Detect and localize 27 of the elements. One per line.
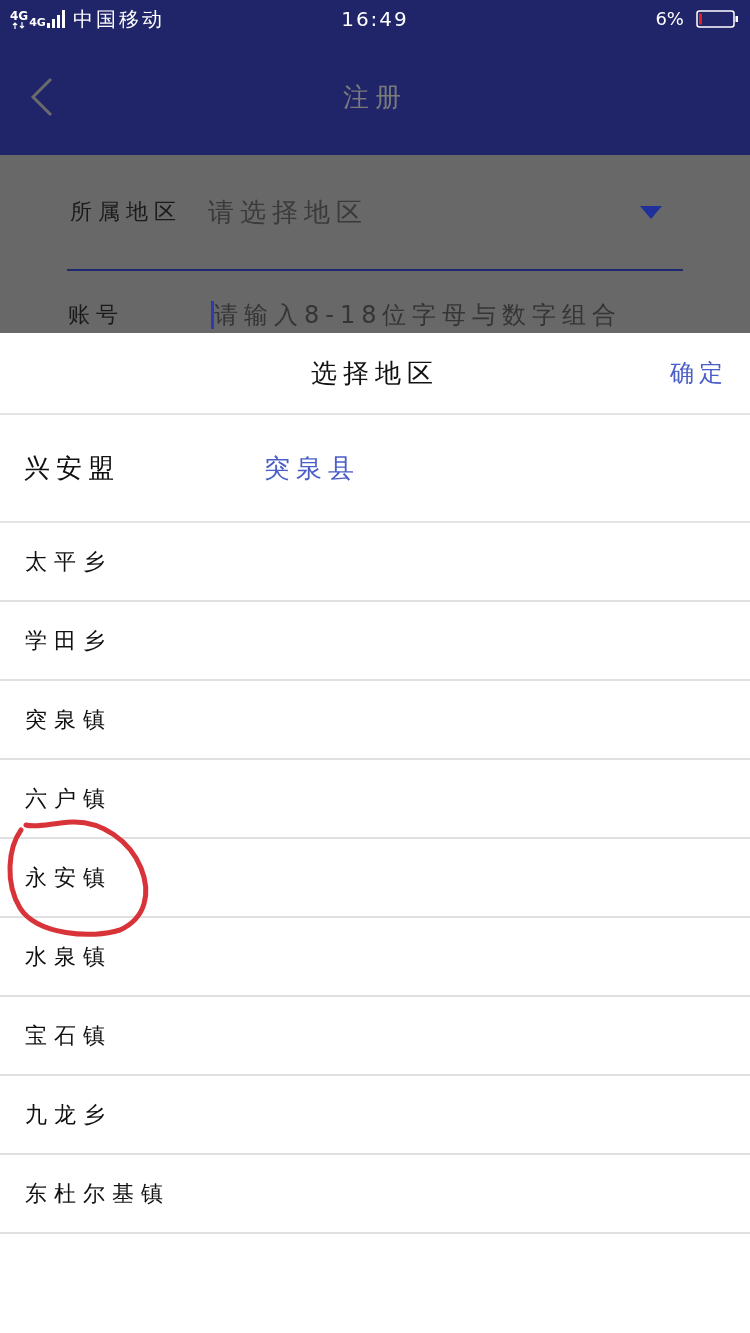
battery-icon [696,10,738,28]
clock-time: 16:49 [341,9,409,29]
confirm-button[interactable]: 确定 [670,361,728,385]
region-option[interactable]: 永安镇 [25,866,112,889]
region-tab[interactable]: 突泉县 [264,455,360,481]
region-option[interactable]: 学田乡 [25,629,112,652]
dropdown-triangle-icon [640,205,662,219]
network-type: 4G [29,17,46,28]
field-label: 账号 [67,301,125,329]
region-option[interactable]: 东杜尔基镇 [25,1182,170,1205]
page-title: 注册 [343,83,407,110]
battery-percent: 6% [655,10,684,28]
data-arrows-icon [12,21,27,29]
sheet-title: 选择地区 [311,360,439,386]
region-option[interactable]: 水泉镇 [25,945,112,968]
carrier-name: 中国移动 [72,9,165,29]
back-chevron-icon [30,76,54,117]
region-option[interactable]: 九龙乡 [25,1103,112,1126]
region-option[interactable]: 突泉镇 [25,708,112,731]
signal-strength-icon [46,10,65,28]
region-option[interactable]: 宝石镇 [25,1024,112,1047]
text-cursor-icon [211,301,214,329]
region-tab[interactable]: 兴安盟 [24,455,120,481]
field-label: 所属地区 [69,201,182,223]
region-option[interactable]: 太平乡 [25,550,112,573]
region-option[interactable]: 六户镇 [25,787,112,810]
network-type: 4G [10,9,29,22]
